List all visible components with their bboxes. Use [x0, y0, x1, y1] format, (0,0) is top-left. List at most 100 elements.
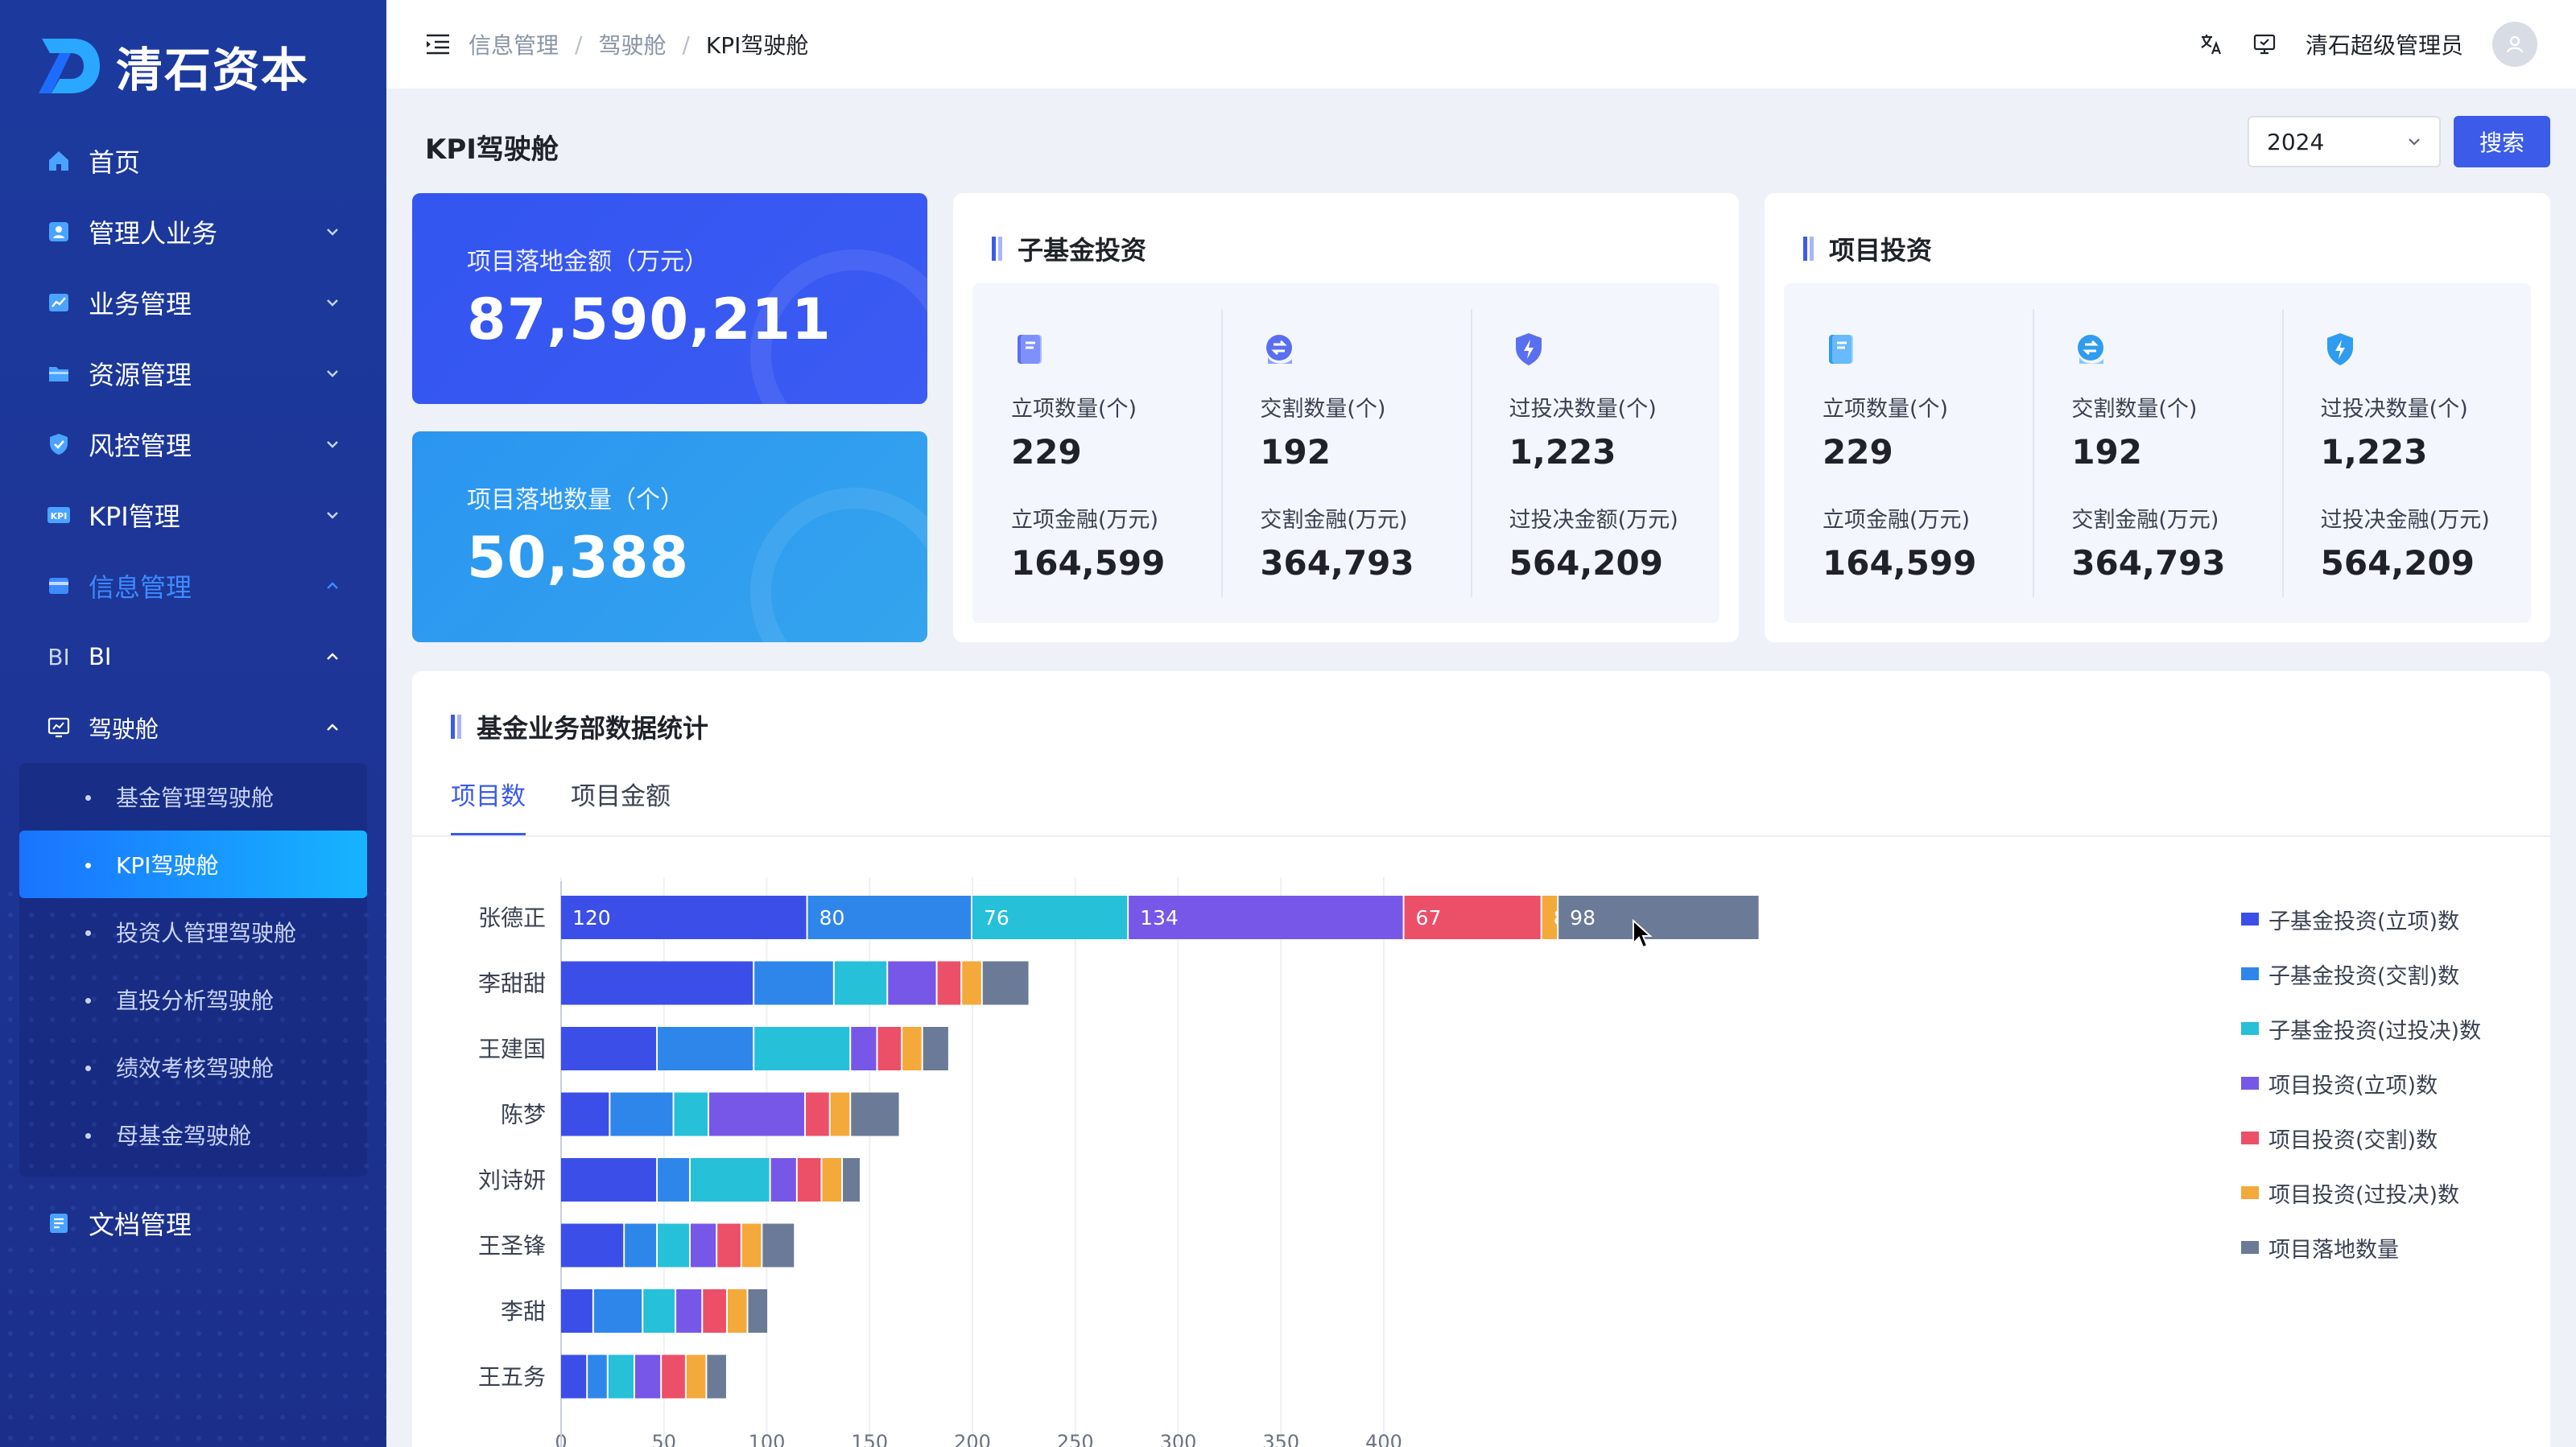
metric-col-decision: 过投决数量(个) 1,223 过投决金额(万元) 564,209 — [1470, 283, 1719, 623]
legend-item[interactable]: 子基金投资(过投决)数 — [2241, 1001, 2481, 1056]
metric-value: 192 — [1260, 432, 1331, 472]
legend-swatch — [2241, 967, 2259, 980]
sidebar-item-label: 业务管理 — [89, 289, 192, 319]
legend-label: 子基金投资(交割)数 — [2268, 963, 2460, 989]
submenu-fund-dashboard[interactable]: 基金管理驾驶舱 — [19, 763, 367, 831]
metric-value: 1,223 — [1509, 432, 1616, 472]
kpi-label: 项目落地金额（万元） — [467, 248, 708, 276]
sidebar-item-risk-control[interactable]: 风控管理 — [0, 409, 386, 480]
mouse-cursor-icon — [1633, 919, 1653, 949]
legend-label: 项目落地数量 — [2268, 1237, 2399, 1263]
metric-value: 364,793 — [2071, 543, 2226, 583]
breadcrumb-item[interactable]: 信息管理 — [469, 28, 559, 60]
panel-title-text: 子基金投资 — [1018, 235, 1147, 266]
chevron-down-icon — [2407, 137, 2421, 146]
legend-swatch — [2241, 913, 2259, 926]
metric-label: 过投决数量(个) — [1509, 397, 1657, 422]
legend-swatch — [2241, 1186, 2259, 1199]
document-icon — [45, 1210, 72, 1237]
sidebar-item-label: 风控管理 — [89, 431, 192, 461]
sidebar-item-business-management[interactable]: 业务管理 — [0, 267, 386, 338]
metric-value: 164,599 — [1823, 543, 1977, 583]
metric-col-delivery: 交割数量(个) 192 交割金融(万元) 364,793 — [1221, 283, 1470, 623]
metric-value: 564,209 — [2320, 543, 2475, 583]
chevron-up-icon — [324, 719, 341, 736]
sidebar-item-label: KPI管理 — [89, 501, 180, 532]
legend-item[interactable]: 项目投资(立项)数 — [2241, 1056, 2481, 1111]
sidebar-item-home[interactable]: 首页 — [0, 126, 386, 196]
chevron-down-icon — [324, 294, 341, 311]
metric-value: 1,223 — [2320, 432, 2428, 472]
submenu-kpi-dashboard[interactable]: KPI驾驶舱 — [19, 831, 367, 898]
menu-fold-icon[interactable] — [425, 33, 451, 56]
legend-label: 项目投资(立项)数 — [2268, 1073, 2438, 1099]
metric-value: 229 — [1011, 432, 1082, 472]
user-card-icon — [45, 218, 72, 245]
tab-project-amount[interactable]: 项目金额 — [571, 776, 671, 837]
metric-label: 交割数量(个) — [2071, 397, 2198, 422]
sidebar-item-label: BI — [89, 643, 112, 670]
svg-text:KPI: KPI — [51, 511, 68, 521]
sidebar-item-label: 驾驶舱 — [89, 715, 159, 743]
metric-label: 立项金融(万元) — [1823, 508, 1971, 533]
title-bar-icon — [1803, 237, 1814, 261]
year-select[interactable]: 2024 — [2248, 116, 2441, 167]
fund-department-stats: 基金业务部数据统计 项目数 项目金额 — [412, 671, 2550, 1447]
submenu-direct-investment-dashboard[interactable]: 直投分析驾驶舱 — [19, 966, 367, 1033]
breadcrumb-separator: / — [682, 31, 690, 58]
legend-item[interactable]: 项目落地数量 — [2241, 1220, 2481, 1275]
sidebar-item-bi[interactable]: BI BI — [0, 621, 386, 692]
tab-project-count[interactable]: 项目数 — [451, 776, 526, 837]
sidebar-item-label: 管理人业务 — [89, 218, 218, 249]
breadcrumb-separator: / — [575, 31, 583, 58]
legend-swatch — [2241, 1241, 2259, 1254]
chevron-down-icon — [324, 506, 341, 524]
chart-legend: 子基金投资(立项)数子基金投资(交割)数 子基金投资(过投决)数 项目投资(立项)数… — [2241, 892, 2481, 1275]
breadcrumb: 信息管理 / 驾驶舱 / KPI驾驶舱 — [469, 28, 2199, 60]
kpi-icon: KPI — [45, 501, 72, 529]
sidebar-item-label: 文档管理 — [89, 1210, 192, 1240]
translate-icon[interactable] — [2199, 32, 2223, 56]
legend-label: 子基金投资(过投决)数 — [2268, 1018, 2482, 1044]
search-button[interactable]: 搜索 — [2454, 116, 2550, 167]
top-header: 信息管理 / 驾驶舱 / KPI驾驶舱 清石超级管理员 — [386, 0, 2576, 89]
sidebar-item-info-management[interactable]: 信息管理 — [0, 550, 386, 621]
legend-swatch — [2241, 1077, 2259, 1090]
submenu-performance-dashboard[interactable]: 绩效考核驾驶舱 — [19, 1033, 367, 1101]
metric-value: 192 — [2071, 432, 2142, 472]
metric-label: 立项数量(个) — [1011, 397, 1137, 422]
legend-item[interactable]: 项目投资(过投决)数 — [2241, 1165, 2481, 1220]
panel-title: 项目投资 — [1803, 230, 1932, 267]
breadcrumb-item[interactable]: 驾驶舱 — [598, 28, 666, 60]
metric-label: 过投决金额(万元) — [1509, 508, 1678, 533]
info-card-icon — [45, 572, 72, 600]
user-name[interactable]: 清石超级管理员 — [2306, 28, 2463, 60]
metric-value: 164,599 — [1011, 543, 1166, 583]
logo-mark-icon — [35, 34, 103, 98]
screen-icon[interactable] — [2252, 32, 2277, 56]
metric-label: 过投决金融(万元) — [2320, 508, 2490, 533]
sidebar-item-resource-management[interactable]: 资源管理 — [0, 338, 386, 409]
home-icon — [45, 147, 72, 175]
avatar[interactable] — [2492, 22, 2537, 67]
sidebar-item-label: 信息管理 — [89, 572, 192, 603]
legend-item[interactable]: 项目投资(交割)数 — [2241, 1111, 2481, 1165]
legend-label: 项目投资(交割)数 — [2268, 1128, 2438, 1153]
tabs-divider — [412, 835, 2550, 837]
brand-logo[interactable]: 清石资本 — [35, 34, 309, 98]
metric-col-approval: 立项数量(个) 229 立项金融(万元) 164,599 — [972, 283, 1221, 623]
sidebar-item-manager-business[interactable]: 管理人业务 — [0, 196, 386, 267]
breadcrumb-current: KPI驾驶舱 — [705, 32, 809, 59]
metric-col-approval: 立项数量(个) 229 立项金融(万元) 164,599 — [1784, 283, 2033, 623]
sidebar-item-kpi-management[interactable]: KPI KPI管理 — [0, 480, 386, 550]
title-bar-icon — [451, 715, 462, 739]
chevron-down-icon — [324, 435, 341, 453]
chevron-down-icon — [324, 365, 341, 382]
sidebar-item-dashboard[interactable]: 驾驶舱 — [0, 692, 386, 763]
chevron-down-icon — [324, 223, 341, 241]
submenu-fof-dashboard[interactable]: 母基金驾驶舱 — [19, 1101, 367, 1169]
legend-item[interactable]: 子基金投资(立项)数 — [2241, 892, 2481, 946]
sidebar-item-documents[interactable]: 文档管理 — [0, 1188, 386, 1259]
legend-item[interactable]: 子基金投资(交割)数 — [2241, 946, 2481, 1001]
submenu-investor-dashboard[interactable]: 投资人管理驾驶舱 — [19, 898, 367, 966]
